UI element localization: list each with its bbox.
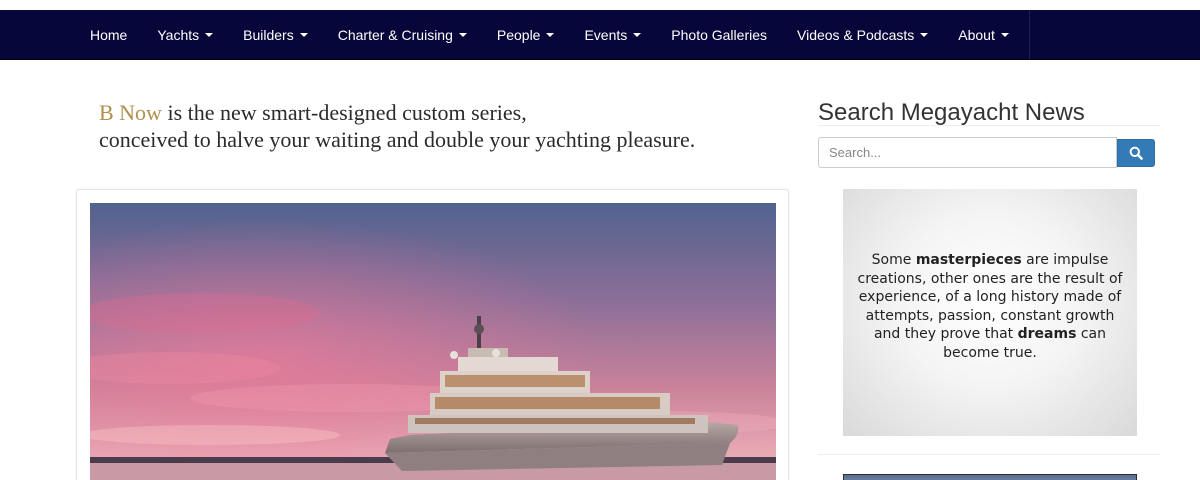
nav-item-home[interactable]: Home [75,10,142,60]
sidebar-divider [818,125,1160,126]
caret-down-icon [205,33,214,37]
nav-item-label: Home [90,27,128,43]
search-icon [1129,146,1143,160]
featured-image-panel [76,189,789,480]
nav-item-label: Builders [243,27,294,43]
nav-item-label: Photo Galleries [671,27,767,43]
sidebar-ad-masterpieces[interactable]: Some masterpieces are impulse creations,… [843,189,1137,436]
caret-down-icon [633,33,642,37]
ad-line-1: B Now is the new smart-designed custom s… [99,99,789,126]
nav-item-people[interactable]: People [482,10,570,60]
sidebar-ad-image[interactable] [843,474,1137,480]
nav-item-label: Events [584,27,628,43]
nav-item-photo-galleries[interactable]: Photo Galleries [656,10,782,60]
ad-line-1-text: is the new smart-designed custom series, [161,100,527,125]
nav-item-label: Charter & Cruising [337,27,453,43]
nav-item-about[interactable]: About [943,10,1024,60]
sidebar-search-title: Search Megayacht News [818,99,1085,126]
nav-item-videos-podcasts[interactable]: Videos & Podcasts [782,10,943,60]
ad-text-bold: masterpieces [915,252,1022,268]
sidebar-divider [818,454,1160,455]
nav-menu: Home Yachts Builders Charter & Cruising … [75,10,1024,60]
ad-line-2: conceived to halve your waiting and doub… [99,127,696,152]
nav-item-events[interactable]: Events [569,10,656,60]
nav-item-builders[interactable]: Builders [228,10,323,60]
caret-down-icon [458,33,467,37]
caret-down-icon [299,33,308,37]
caret-down-icon [546,33,555,37]
ad-text: Some [871,252,916,268]
ad-brand-name: B Now [99,100,162,125]
nav-item-label: People [496,27,541,43]
caret-down-icon [1000,33,1009,37]
ad-text-bold: dreams [1017,326,1077,342]
yacht-sunset-image[interactable] [90,203,776,480]
caret-down-icon [920,33,929,37]
nav-item-label: Yachts [157,27,200,43]
main-navbar: Home Yachts Builders Charter & Cruising … [0,10,1200,60]
sidebar-ad-text: Some masterpieces are impulse creations,… [855,251,1125,362]
yacht-ad-banner[interactable]: B Now is the new smart-designed custom s… [99,99,789,153]
nav-item-charter-cruising[interactable]: Charter & Cruising [323,10,482,60]
search-input[interactable] [818,137,1117,168]
nav-item-label: About [958,27,995,43]
nav-item-yachts[interactable]: Yachts [142,10,228,60]
nav-divider [1029,10,1030,60]
search-button[interactable] [1117,139,1155,167]
nav-item-label: Videos & Podcasts [797,27,915,43]
